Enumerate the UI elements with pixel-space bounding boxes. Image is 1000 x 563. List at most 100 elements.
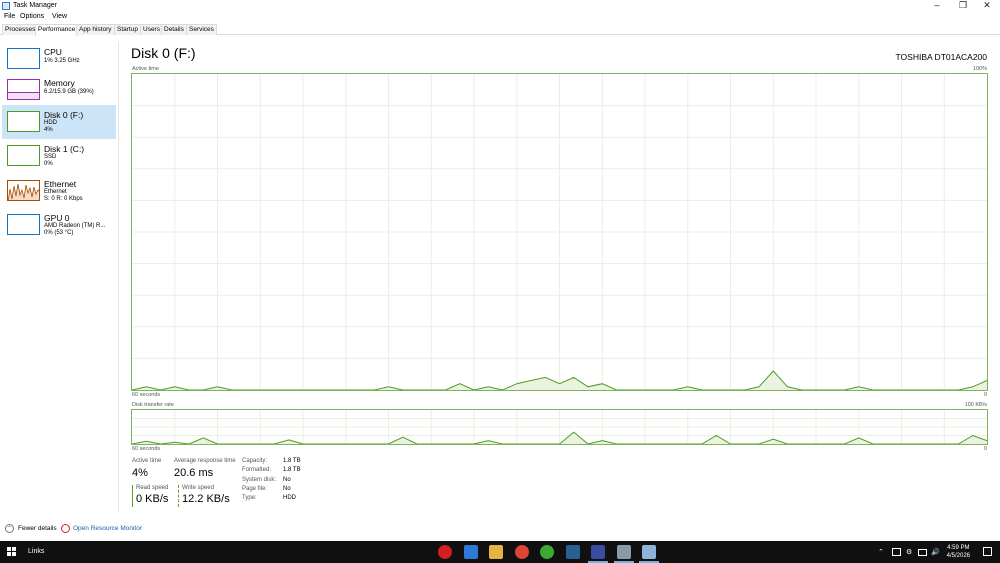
transfer-rate-graph-min: 0: [983, 446, 987, 452]
tab-details[interactable]: Details: [161, 24, 187, 35]
chrome-icon[interactable]: [514, 545, 529, 559]
active-time-value: 4%: [132, 467, 148, 479]
sidebar-item-detail: 1% 3.25 GHz: [44, 58, 80, 64]
gear-tray-icon[interactable]: ⚙: [906, 548, 912, 556]
disk1-thumbnail-graph: [7, 145, 40, 166]
title-bar: Task Manager – ❐ ✕: [0, 0, 1000, 12]
sidebar-item-disk0[interactable]: Disk 0 (F:) HDD 4%: [2, 105, 116, 139]
sidebar-item-gpu0[interactable]: GPU 0 AMD Radeon (TM) R... 0% (53 °C): [2, 208, 116, 242]
tab-startup[interactable]: Startup: [114, 24, 141, 35]
menu-file[interactable]: File: [4, 13, 15, 20]
sidebar-item-memory[interactable]: Memory 6.2/15.9 GB (39%): [2, 73, 116, 107]
clock-date: 4/5/2026: [946, 553, 970, 559]
write-speed-indicator: [178, 485, 179, 507]
info-key: Type:: [242, 495, 257, 501]
memory-thumbnail-graph: [7, 79, 40, 100]
cpu-thumbnail-graph: [7, 48, 40, 69]
task-manager-icon: [2, 2, 10, 10]
chevron-up-icon[interactable]: ⌃: [5, 524, 14, 533]
read-speed-value: 0 KB/s: [136, 493, 169, 505]
links-toolbar[interactable]: Links: [28, 548, 44, 555]
volume-icon[interactable]: 🔊: [931, 548, 940, 556]
menu-view[interactable]: View: [52, 13, 67, 20]
sidebar-item-detail: HDD: [44, 120, 57, 126]
sidebar-item-detail: SSD: [44, 154, 57, 160]
restore-icon[interactable]: ❐: [950, 0, 976, 12]
tab-performance[interactable]: Performance: [35, 24, 79, 36]
write-speed-label: Write speed: [182, 485, 214, 491]
sidebar-item-detail: 6.2/15.9 GB (39%): [44, 89, 94, 95]
info-value: No: [283, 486, 291, 492]
active-time-graph-min: 0: [983, 392, 987, 398]
active-time-graph-max: 100%: [972, 66, 987, 72]
sidebar-item-disk1[interactable]: Disk 1 (C:) SSD 0%: [2, 139, 116, 173]
sidebar-item-ethernet[interactable]: Ethernet Ethernet S: 0 R: 0 Kbps: [2, 174, 116, 208]
avg-response-value: 20.6 ms: [174, 467, 214, 479]
active-time-graph-label: Active time: [132, 66, 159, 72]
system-clock[interactable]: 4:59 PM 4/5/2026: [947, 544, 970, 560]
app-icon-multicolor[interactable]: [463, 545, 478, 559]
taskbar: Links ⌃ ⚙ 🔊 4:59 PM 4/5/2026: [0, 541, 1000, 563]
sidebar-item-usage: S: 0 R: 0 Kbps: [44, 196, 83, 202]
sidebar-item-usage: 4%: [44, 127, 53, 133]
info-key: Capacity:: [242, 458, 268, 464]
footer: ⌃ Fewer details Open Resource Monitor: [0, 522, 1000, 536]
windows-start-icon[interactable]: [7, 547, 17, 557]
tab-bar: Processes Performance App history Startu…: [0, 24, 1000, 36]
network-icon[interactable]: [892, 548, 901, 556]
sidebar-item-label: GPU 0: [44, 213, 70, 223]
window-title: Task Manager: [13, 2, 57, 9]
avg-response-label: Average response time: [174, 458, 236, 464]
read-speed-label: Read speed: [136, 485, 169, 491]
ethernet-thumbnail-graph: [7, 180, 40, 201]
sidebar-item-label: CPU: [44, 47, 62, 57]
tool-icon[interactable]: [616, 545, 631, 559]
close-icon[interactable]: ✕: [974, 0, 1000, 12]
sidebar-item-detail: Ethernet: [44, 189, 67, 195]
read-speed-indicator: [132, 485, 133, 507]
gpu-thumbnail-graph: [7, 214, 40, 235]
clock-time: 4:59 PM: [947, 545, 970, 551]
file-explorer-icon[interactable]: [489, 545, 503, 559]
tab-services[interactable]: Services: [186, 24, 217, 35]
active-time-graph: [131, 73, 988, 391]
opera-icon[interactable]: [438, 545, 452, 559]
fewer-details-link[interactable]: Fewer details: [18, 525, 57, 532]
tray-chevron-icon[interactable]: ⌃: [878, 548, 884, 556]
g1-svg: [132, 74, 987, 390]
minimize-icon[interactable]: –: [924, 0, 950, 12]
phone-icon[interactable]: [540, 545, 554, 559]
tab-users[interactable]: Users: [140, 24, 163, 35]
floppy-icon[interactable]: [591, 545, 605, 559]
open-resource-monitor-link[interactable]: Open Resource Monitor: [73, 525, 142, 532]
notification-icon[interactable]: [983, 547, 992, 556]
menu-options[interactable]: Options: [20, 13, 44, 20]
performance-sidebar: CPU 1% 3.25 GHz Memory 6.2/15.9 GB (39%)…: [0, 40, 118, 510]
ethernet-mini-chart: [8, 183, 39, 200]
info-key: Page file:: [242, 486, 268, 492]
write-speed-value: 12.2 KB/s: [182, 493, 230, 505]
sidebar-item-cpu[interactable]: CPU 1% 3.25 GHz: [2, 42, 116, 76]
display-icon[interactable]: [918, 549, 927, 556]
sidebar-item-label: Disk 0 (F:): [44, 110, 84, 120]
transfer-rate-graph: [131, 409, 988, 445]
disk0-thumbnail-graph: [7, 111, 40, 132]
g2-svg: [132, 410, 987, 444]
info-value: 1.8 TB: [283, 458, 301, 464]
info-value: 1.8 TB: [283, 467, 301, 473]
sidebar-item-usage: 0%: [44, 161, 53, 167]
sidebar-item-label: Memory: [44, 78, 75, 88]
info-value: HDD: [283, 495, 296, 501]
sidebar-item-usage: 0% (53 °C): [44, 230, 74, 236]
device-name: TOSHIBA DT01ACA200: [895, 52, 988, 62]
resource-monitor-icon[interactable]: [61, 524, 70, 533]
tab-app-history[interactable]: App history: [76, 24, 115, 35]
active-time-label: Active time: [132, 458, 162, 464]
info-key: System disk:: [242, 477, 277, 483]
transfer-rate-graph-time-label: 60 seconds: [132, 446, 161, 452]
transfer-rate-graph-label: Disk transfer rate: [132, 402, 174, 408]
task-manager-icon[interactable]: [642, 545, 656, 559]
transfer-rate-graph-max: 100 KB/s: [964, 402, 987, 408]
steam-icon[interactable]: [565, 545, 580, 559]
tab-processes[interactable]: Processes: [2, 24, 39, 35]
